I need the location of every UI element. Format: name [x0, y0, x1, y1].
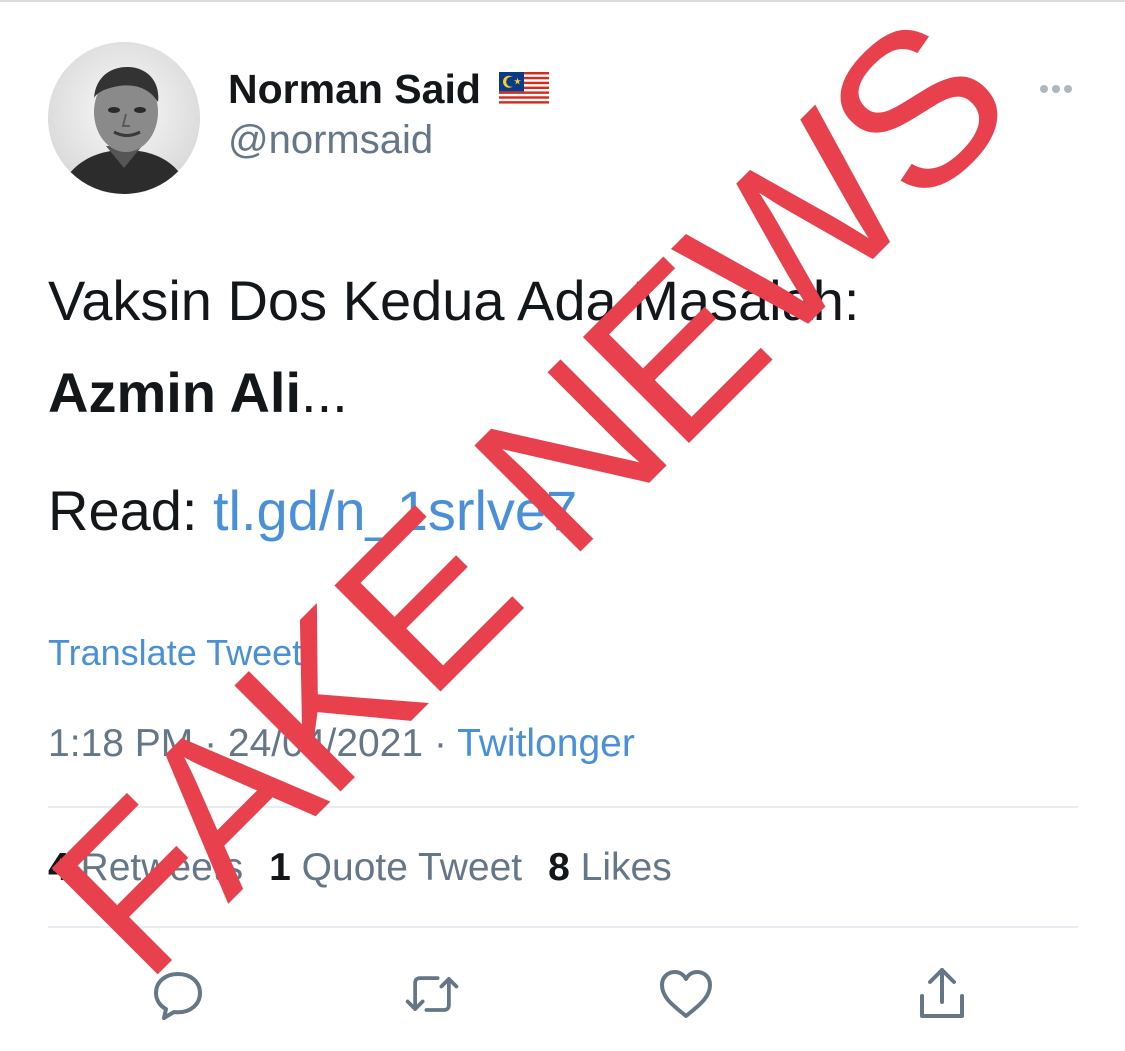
- share-icon: [920, 968, 964, 1018]
- read-prefix: Read:: [48, 479, 213, 542]
- tweet-source-link[interactable]: Twitlonger: [457, 722, 635, 765]
- tweet-stats: 4 Retweets 1 Quote Tweet 8 Likes: [48, 846, 672, 890]
- quotes-label: Quote Tweet: [301, 846, 523, 889]
- translate-tweet-link[interactable]: Translate Tweet: [48, 632, 302, 674]
- retweet-icon: [405, 976, 459, 1012]
- avatar[interactable]: [48, 42, 200, 194]
- malaysia-flag-icon: [498, 72, 549, 106]
- author-handle[interactable]: @normsaid: [228, 118, 433, 163]
- tweet-time: 1:18 PM: [48, 722, 194, 765]
- more-options-icon[interactable]: [1036, 74, 1076, 104]
- tweet-date: 24/04/2021: [227, 722, 424, 765]
- tweet-text-line-1: Vaksin Dos Kedua Ada Masalah:: [48, 269, 860, 332]
- retweets-label: Retweets: [80, 846, 244, 889]
- likes-count: 8: [548, 846, 570, 889]
- tweet-meta: 1:18 PM · 24/04/2021 · Twitlonger: [48, 722, 635, 766]
- share-button[interactable]: [912, 964, 972, 1024]
- likes-stat[interactable]: 8 Likes: [548, 846, 672, 889]
- tweet-text-line-3: Read: tl.gd/n_1srlve7: [48, 478, 577, 543]
- tweet-text-line-2: Azmin Ali...: [48, 360, 348, 425]
- retweets-stat[interactable]: 4 Retweets: [48, 846, 243, 889]
- top-divider: [0, 0, 1125, 2]
- retweet-button[interactable]: [402, 964, 462, 1024]
- tweet-ellipsis: ...: [301, 361, 348, 424]
- stats-top-divider: [48, 806, 1078, 808]
- reply-icon: [154, 972, 202, 1020]
- likes-label: Likes: [580, 846, 672, 889]
- meta-separator: ·: [193, 722, 228, 765]
- meta-separator-2: ·: [423, 722, 458, 765]
- author-name[interactable]: Norman Said: [228, 66, 481, 113]
- like-icon: [660, 970, 712, 1018]
- quotes-stat[interactable]: 1 Quote Tweet: [269, 846, 522, 889]
- retweets-count: 4: [48, 846, 70, 889]
- like-button[interactable]: [656, 964, 716, 1024]
- avatar-photo: [48, 42, 200, 194]
- reply-button[interactable]: [148, 964, 208, 1024]
- author-row[interactable]: Norman Said: [228, 64, 549, 114]
- stats-bottom-divider: [48, 926, 1078, 928]
- tweet-link[interactable]: tl.gd/n_1srlve7: [213, 479, 577, 542]
- tweet-bold-text: Azmin Ali: [48, 361, 302, 424]
- quotes-count: 1: [269, 846, 291, 889]
